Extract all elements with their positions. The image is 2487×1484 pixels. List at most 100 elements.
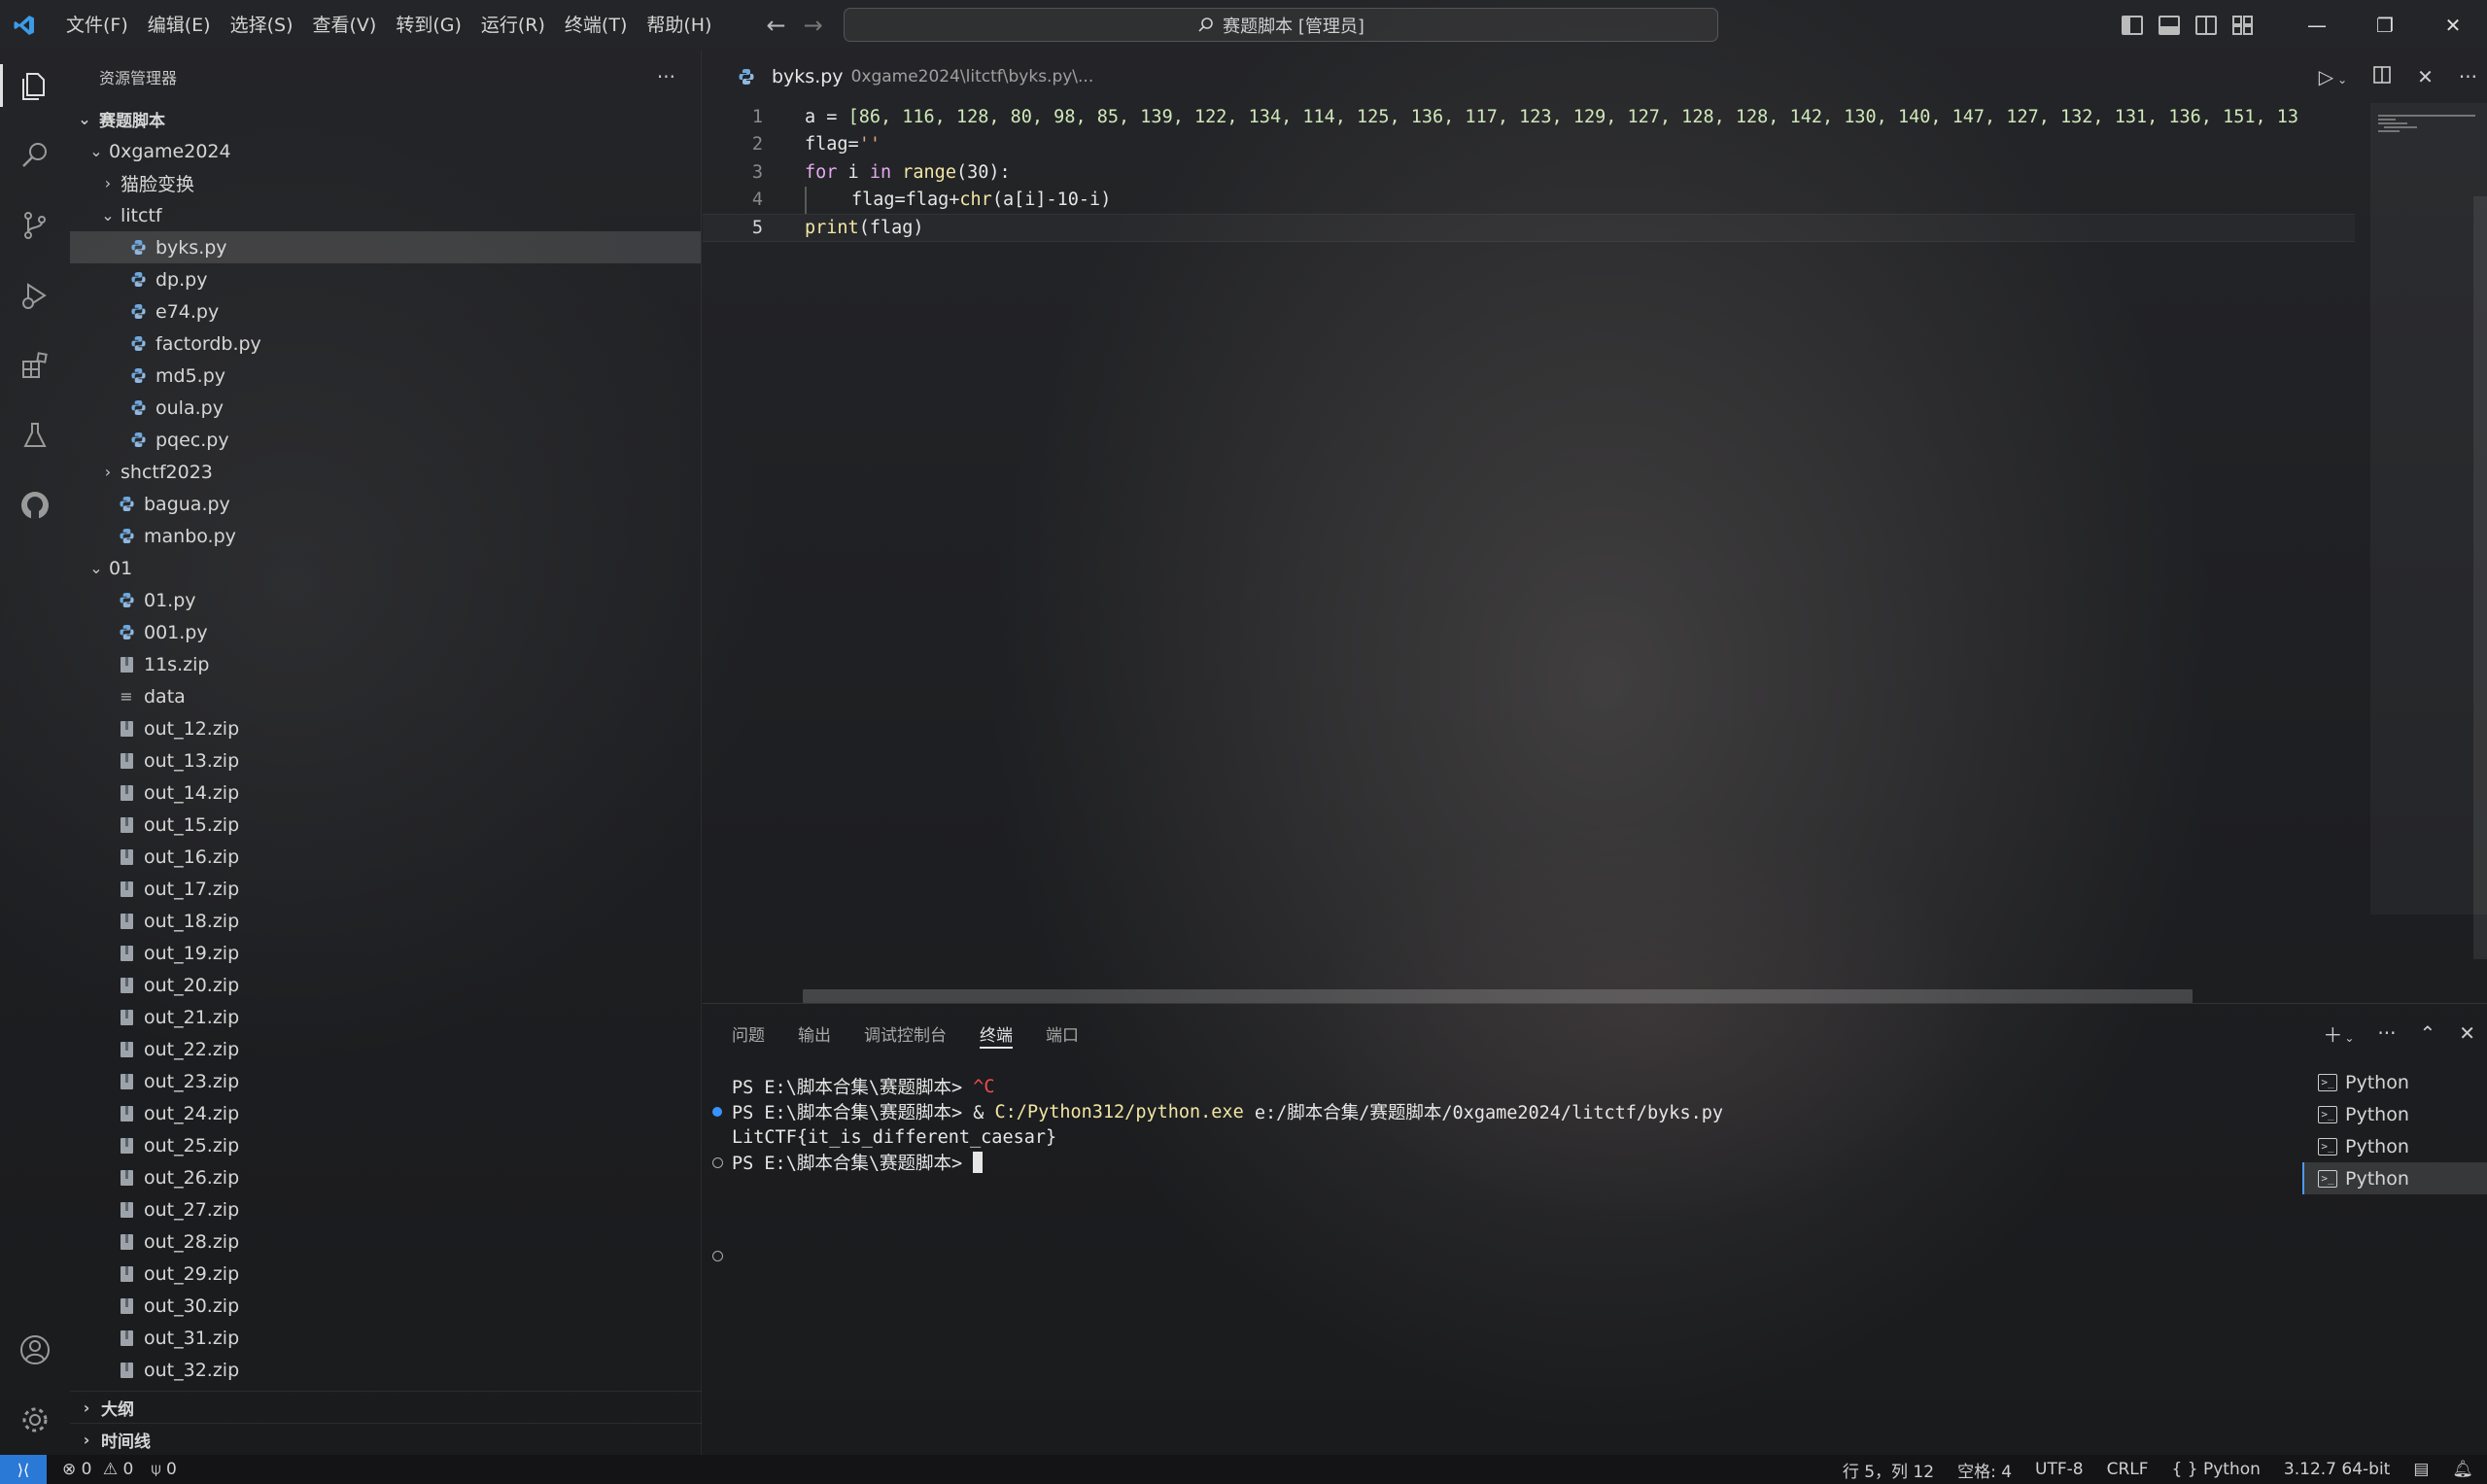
tree-item[interactable]: out_14.zip — [70, 777, 701, 809]
close-panel-icon[interactable]: ✕ — [2459, 1021, 2475, 1045]
remote-indicator[interactable]: ⟩⟨ — [0, 1455, 47, 1484]
command-success-decoration[interactable] — [703, 1107, 732, 1117]
tree-item[interactable]: oula.py — [70, 392, 701, 424]
problems-status[interactable]: ⊗ 0 ⚠ 0 — [62, 1460, 133, 1479]
tree-item[interactable]: pqec.py — [70, 424, 701, 456]
tree-item[interactable]: dp.py — [70, 263, 701, 295]
tree-item[interactable]: 01.py — [70, 584, 701, 616]
tree-item[interactable]: e74.py — [70, 295, 701, 328]
tree-item[interactable]: manbo.py — [70, 520, 701, 552]
tree-item[interactable]: out_21.zip — [70, 1001, 701, 1033]
customize-layout-icon[interactable] — [2232, 16, 2254, 35]
workspace-root[interactable]: ⌄ 赛题脚本 — [70, 103, 701, 135]
extensions-activity[interactable] — [0, 330, 70, 400]
close-editor-icon[interactable]: ✕ — [2417, 65, 2434, 88]
forward-arrow-icon[interactable]: → — [804, 12, 823, 39]
code-editor[interactable]: 1 a = [86, 116, 128, 80, 98, 85, 139, 12… — [703, 103, 2355, 242]
terminal-instance[interactable]: >_ Python — [2302, 1098, 2487, 1130]
bell-icon[interactable]: 🔔︎ — [2452, 1460, 2473, 1479]
command-pending-decoration[interactable] — [703, 1156, 732, 1168]
editor-more-icon[interactable]: ··· — [2459, 65, 2477, 88]
menu-file[interactable]: 文件(F) — [56, 0, 138, 51]
maximize-panel-icon[interactable]: ⌃ — [2419, 1021, 2435, 1045]
tree-item[interactable]: out_27.zip — [70, 1193, 701, 1225]
search-activity[interactable] — [0, 121, 70, 190]
python-interpreter[interactable]: 3.12.7 64-bit — [2284, 1460, 2390, 1479]
ports-status[interactable]: ⍦ 0 — [151, 1460, 176, 1479]
tree-item[interactable]: 001.py — [70, 616, 701, 648]
tree-item[interactable]: out_28.zip — [70, 1225, 701, 1258]
timeline-section[interactable]: › 时间线 — [70, 1423, 702, 1455]
layout-icon[interactable]: ▤ — [2413, 1460, 2429, 1479]
end-of-line[interactable]: CRLF — [2107, 1460, 2149, 1479]
source-control-activity[interactable] — [0, 190, 70, 260]
tree-item[interactable]: md5.py — [70, 360, 701, 392]
tree-item[interactable]: out_29.zip — [70, 1258, 701, 1290]
tree-item[interactable]: ⌄ litctf — [70, 199, 701, 231]
menu-run[interactable]: 运行(R) — [471, 0, 555, 51]
tab-debug-console[interactable]: 调试控制台 — [864, 1004, 947, 1062]
command-center-search[interactable]: 赛题脚本 [管理员] — [844, 8, 1718, 42]
close-window-button[interactable]: ✕ — [2419, 0, 2487, 51]
encoding[interactable]: UTF-8 — [2035, 1460, 2084, 1479]
tab-problems[interactable]: 问题 — [732, 1004, 765, 1062]
testing-activity[interactable] — [0, 400, 70, 470]
tree-item[interactable]: out_22.zip — [70, 1033, 701, 1065]
explorer-activity[interactable] — [0, 51, 70, 121]
tree-item[interactable]: factordb.py — [70, 328, 701, 360]
tree-item[interactable]: out_25.zip — [70, 1129, 701, 1161]
menu-selection[interactable]: 选择(S) — [221, 0, 303, 51]
vertical-scrollbar[interactable] — [2473, 196, 2487, 959]
terminal-instance[interactable]: >_ Python — [2302, 1130, 2487, 1162]
tree-item[interactable]: out_26.zip — [70, 1161, 701, 1193]
menu-edit[interactable]: 编辑(E) — [138, 0, 221, 51]
language-mode[interactable]: { } Python — [2172, 1460, 2261, 1479]
outline-section[interactable]: › 大纲 — [70, 1391, 702, 1423]
menu-terminal[interactable]: 终端(T) — [555, 0, 637, 51]
cursor-position[interactable]: 行 5，列 12 — [1843, 1458, 1934, 1482]
manage-activity[interactable] — [0, 1385, 70, 1455]
tree-item[interactable]: ⌄ 0xgame2024 — [70, 135, 701, 167]
restore-button[interactable]: ❐ — [2351, 0, 2419, 51]
split-editor-icon[interactable] — [2372, 65, 2392, 89]
tree-item[interactable]: bagua.py — [70, 488, 701, 520]
tree-item[interactable]: 11s.zip — [70, 648, 701, 680]
terminal-instance[interactable]: >_ Python — [2302, 1066, 2487, 1098]
tab-byks-py[interactable]: byks.py 0xgame2024\litctf\byks.py\... — [703, 51, 1093, 103]
tab-output[interactable]: 输出 — [798, 1004, 831, 1062]
tree-item[interactable]: out_31.zip — [70, 1322, 701, 1354]
tab-terminal[interactable]: 终端 — [980, 1004, 1013, 1062]
panel-more-icon[interactable]: ··· — [2377, 1021, 2396, 1045]
tree-item[interactable]: byks.py — [70, 231, 701, 263]
toggle-secondary-sidebar-icon[interactable] — [2195, 16, 2217, 35]
remote-activity[interactable] — [0, 470, 70, 540]
menu-view[interactable]: 查看(V) — [303, 0, 387, 51]
tree-item[interactable]: out_18.zip — [70, 905, 701, 937]
horizontal-scrollbar[interactable] — [803, 989, 2193, 1003]
tree-item[interactable]: › 猫脸变换 — [70, 167, 701, 199]
toggle-panel-icon[interactable] — [2159, 16, 2180, 35]
tree-item[interactable]: out_15.zip — [70, 809, 701, 841]
tab-ports[interactable]: 端口 — [1046, 1004, 1079, 1062]
run-python-file-icon[interactable]: ▷ ⌄ — [2319, 65, 2347, 88]
minimap[interactable] — [2370, 103, 2487, 915]
tree-item[interactable]: out_12.zip — [70, 712, 701, 744]
tree-item[interactable]: out_16.zip — [70, 841, 701, 873]
tree-item[interactable]: ≡ data — [70, 680, 701, 712]
tree-item[interactable]: out_13.zip — [70, 744, 701, 777]
back-arrow-icon[interactable]: ← — [766, 12, 785, 39]
menu-go[interactable]: 转到(G) — [386, 0, 471, 51]
more-actions-icon[interactable]: ··· — [657, 65, 675, 88]
tree-item[interactable]: out_32.zip — [70, 1354, 701, 1386]
terminal-instance[interactable]: >_ Python — [2302, 1162, 2487, 1194]
tree-item[interactable]: out_23.zip — [70, 1065, 701, 1097]
terminal-output[interactable]: PS E:\脚本合集\赛题脚本> ^C PS E:\脚本合集\赛题脚本> & C… — [703, 1074, 2287, 1268]
tree-item[interactable]: out_20.zip — [70, 969, 701, 1001]
indentation[interactable]: 空格: 4 — [1957, 1458, 2012, 1482]
tree-item[interactable]: out_19.zip — [70, 937, 701, 969]
accounts-activity[interactable] — [0, 1315, 70, 1385]
tree-item[interactable]: out_24.zip — [70, 1097, 701, 1129]
minimize-button[interactable]: — — [2283, 0, 2351, 51]
run-debug-activity[interactable] — [0, 260, 70, 330]
command-pending-decoration[interactable] — [703, 1250, 732, 1261]
